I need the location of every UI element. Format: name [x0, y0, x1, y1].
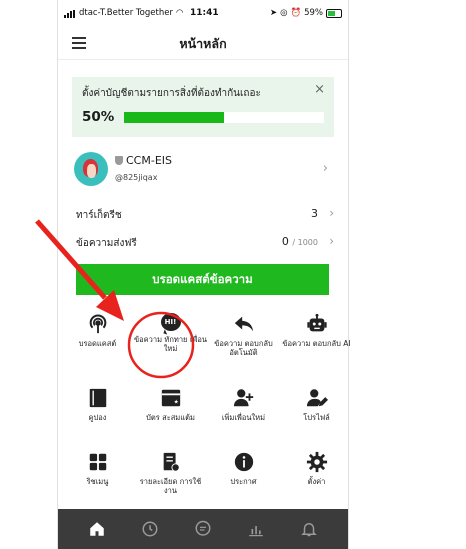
- account-id: @825jiqax: [115, 173, 158, 182]
- settings-gear-icon: [306, 451, 327, 473]
- add-friend-icon: [233, 389, 253, 407]
- reply-arrow-icon: [234, 316, 253, 332]
- target-reach-value: 3: [311, 207, 318, 220]
- bottom-tab-bar: [58, 509, 348, 549]
- clock-time: 11:41: [190, 8, 219, 18]
- alarm-icon: ⏰: [290, 8, 302, 18]
- feature-label: เพิ่มเพื่อนใหม่: [221, 413, 266, 422]
- page-title: หน้าหลัก: [179, 36, 227, 51]
- feature-rich-menu[interactable]: ริชเมนู: [61, 451, 134, 486]
- greeting-bubble-icon: HI!: [160, 313, 181, 331]
- setup-percent: 50%: [82, 109, 115, 125]
- lock-rotation-icon: ◎: [280, 8, 288, 18]
- clock-icon[interactable]: [141, 520, 159, 538]
- chevron-right-icon: ›: [329, 234, 334, 248]
- feature-label: บรอดแคสต์: [78, 339, 117, 348]
- feature-label: บัตร สะสมแต้ม: [146, 413, 195, 422]
- feature-reward-card[interactable]: ★ บัตร สะสมแต้ม: [134, 387, 207, 422]
- feature-profile[interactable]: โปรไฟล์: [280, 387, 353, 422]
- feature-broadcast[interactable]: บรอดแคสต์: [61, 313, 134, 348]
- feature-auto-reply[interactable]: ข้อความ ตอบกลับ อัตโนมัติ: [207, 313, 280, 357]
- account-name: CCM-EIS: [126, 154, 172, 167]
- battery-percent: 59%: [304, 8, 323, 18]
- chevron-right-icon: ›: [322, 161, 328, 176]
- feature-announcement[interactable]: ประกาศ: [207, 451, 280, 486]
- feature-label: ตั้งค่า: [307, 477, 326, 486]
- wifi-icon: ◠: [175, 8, 184, 18]
- setup-checklist-card[interactable]: ตั้งค่าบัญชีตามรายการสิ่งที่ต้องทำกันเถอ…: [72, 77, 334, 137]
- feature-label: ข้อความ ทักทาย เพื่อนใหม่: [134, 335, 207, 353]
- bell-icon[interactable]: [300, 520, 318, 538]
- feature-label: คูปอง: [88, 413, 107, 422]
- profile-edit-icon: [306, 389, 328, 407]
- target-reach-row[interactable]: ทาร์เก็ตรีช 3 ›: [76, 206, 334, 224]
- home-icon[interactable]: [88, 520, 106, 538]
- chat-icon[interactable]: [194, 520, 212, 538]
- avatar: [74, 152, 108, 186]
- feature-usage-details[interactable]: รายละเอียด การใช้งาน: [134, 451, 207, 495]
- reward-card-icon: ★: [161, 389, 180, 407]
- free-messages-value: 0 / 1000: [281, 235, 318, 248]
- feature-label: ข้อความ ตอบกลับ อัตโนมัติ: [214, 339, 273, 357]
- location-icon: ➤: [269, 8, 278, 18]
- feature-label: ข้อความ ตอบกลับ AI: [282, 339, 351, 348]
- setup-text: ตั้งค่าบัญชีตามรายการสิ่งที่ต้องทำกันเถอ…: [82, 88, 261, 99]
- feature-greeting-message[interactable]: HI! ข้อความ ทักทาย เพื่อนใหม่: [134, 313, 207, 353]
- free-messages-label: ข้อความส่งฟรี: [76, 238, 137, 249]
- broadcast-icon: [89, 314, 106, 334]
- feature-ai-reply[interactable]: ข้อความ ตอบกลับ AI: [280, 313, 353, 348]
- feature-coupon[interactable]: คูปอง: [61, 387, 134, 422]
- account-profile-row[interactable]: CCM-EIS @825jiqax ›: [74, 152, 334, 192]
- progress-fill: [124, 112, 224, 123]
- info-icon: [234, 452, 253, 472]
- feature-label: ริชเมนู: [86, 477, 109, 486]
- app-header: หน้าหลัก: [58, 27, 348, 60]
- signal-icon: [64, 8, 76, 18]
- stats-icon[interactable]: [247, 520, 265, 538]
- phone-screen: dtac-T.Better Together ◠ 11:41 ➤ ◎ ⏰ 59%…: [57, 0, 351, 549]
- svg-text:★: ★: [173, 400, 178, 406]
- feature-settings[interactable]: ตั้งค่า: [280, 451, 353, 486]
- setup-progress-bar: [124, 112, 324, 123]
- rich-menu-icon: [89, 453, 106, 471]
- feature-add-friends[interactable]: เพิ่มเพื่อนใหม่: [207, 387, 280, 422]
- feature-label: โปรไฟล์: [303, 413, 330, 422]
- usage-details-icon: [163, 452, 180, 472]
- target-reach-label: ทาร์เก็ตรีช: [76, 210, 122, 221]
- battery-icon: [326, 8, 342, 18]
- feature-label: รายละเอียด การใช้งาน: [139, 477, 202, 495]
- feature-label: ประกาศ: [230, 477, 257, 486]
- broadcast-message-button[interactable]: บรอดแคสต์ข้อความ: [76, 264, 329, 295]
- carrier-label: dtac-T.Better Together: [79, 8, 173, 18]
- chevron-right-icon: ›: [329, 206, 334, 220]
- shield-icon: [115, 156, 123, 165]
- coupon-icon: [89, 388, 106, 408]
- free-messages-row[interactable]: ข้อความส่งฟรี 0 / 1000 ›: [76, 234, 334, 252]
- robot-icon: [306, 313, 327, 332]
- status-bar: dtac-T.Better Together ◠ 11:41 ➤ ◎ ⏰ 59%: [58, 6, 348, 24]
- close-icon[interactable]: ×: [314, 82, 325, 97]
